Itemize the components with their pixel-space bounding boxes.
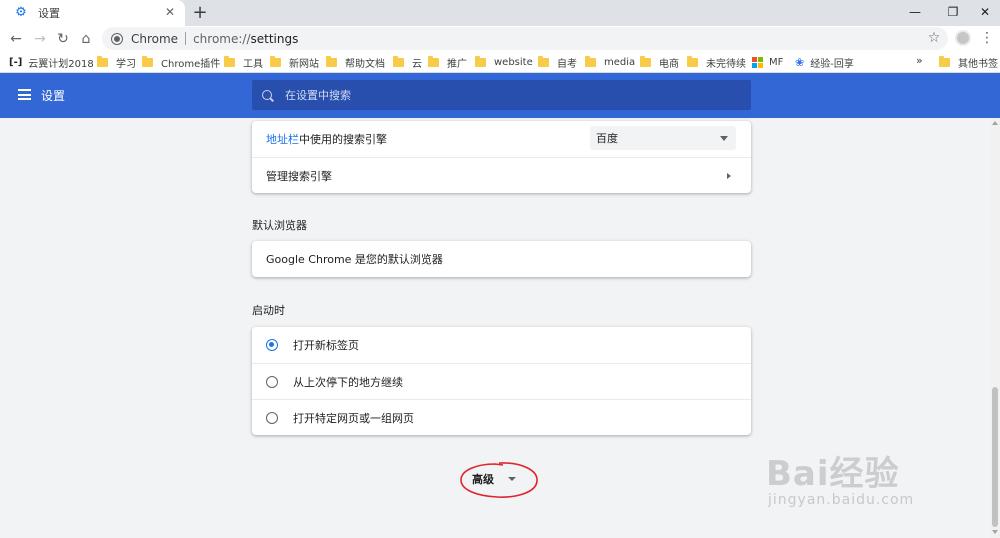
minimize-button[interactable]: —: [896, 0, 934, 24]
forward-button[interactable]: →: [29, 28, 51, 50]
tab-title: 设置: [38, 7, 60, 20]
bookmarks-overflow-button[interactable]: »: [916, 54, 923, 67]
cloud-logo-icon: [-]: [9, 56, 23, 68]
folder-icon: [393, 55, 404, 67]
url-separator: [185, 32, 187, 45]
manage-search-engines-label: 管理搜索引擎: [266, 169, 332, 183]
scroll-up-arrow-icon[interactable]: [992, 121, 998, 125]
default-browser-title: 默认浏览器: [252, 219, 307, 232]
other-bookmarks-folder[interactable]: 其他书签: [939, 54, 998, 70]
settings-content: 地址栏中使用的搜索引擎 百度 管理搜索引擎 默认浏览器 Google Chrom…: [0, 118, 1000, 538]
bookmark-star-icon[interactable]: ☆: [925, 29, 943, 47]
folder-icon: [142, 55, 153, 67]
default-browser-card: Google Chrome 是您的默认浏览器: [252, 241, 751, 277]
hamburger-menu-icon[interactable]: [18, 89, 31, 100]
chrome-site-icon: [112, 33, 122, 44]
tab-close-icon[interactable]: ✕: [163, 5, 177, 19]
search-engine-row: 地址栏中使用的搜索引擎 百度: [252, 121, 751, 157]
search-engine-select[interactable]: 百度: [590, 126, 736, 150]
bookmark-folder[interactable]: 云: [393, 54, 422, 70]
folder-icon: [428, 55, 439, 67]
startup-option-specific-pages[interactable]: 打开特定网页或一组网页: [252, 399, 751, 435]
folder-icon: [585, 55, 596, 67]
default-browser-row: Google Chrome 是您的默认浏览器: [252, 241, 751, 277]
url-text: chrome://settings: [193, 31, 299, 46]
home-button[interactable]: ⌂: [75, 28, 97, 50]
folder-icon: [97, 55, 108, 67]
scroll-down-arrow-icon[interactable]: [992, 530, 998, 534]
startup-option-label: 从上次停下的地方继续: [293, 375, 403, 389]
profile-avatar-icon[interactable]: [955, 30, 971, 46]
gear-icon: ⚙: [15, 5, 27, 20]
startup-option-continue[interactable]: 从上次停下的地方继续: [252, 363, 751, 399]
bookmark-folder[interactable]: 工具: [224, 54, 263, 70]
default-browser-status: Google Chrome 是您的默认浏览器: [266, 253, 443, 266]
manage-search-engines-row[interactable]: 管理搜索引擎: [252, 157, 751, 193]
baidu-paw-icon: ❀: [795, 55, 805, 69]
bookmark-folder[interactable]: 推广: [428, 54, 467, 70]
search-engine-label: 地址栏中使用的搜索引擎: [266, 133, 387, 146]
close-window-button[interactable]: ✕: [966, 0, 1000, 24]
folder-icon: [475, 55, 486, 67]
radio-button[interactable]: [266, 411, 278, 424]
folder-icon: [224, 55, 235, 67]
bookmarks-bar: [-] 云翼计划2018 学习 Chrome插件 工具 新网站 帮助文档 云 推广…: [0, 51, 1000, 73]
bookmark-item[interactable]: MF: [752, 54, 783, 70]
folder-icon: [326, 55, 337, 67]
search-engine-card: 地址栏中使用的搜索引擎 百度 管理搜索引擎: [252, 121, 751, 193]
radio-button-checked[interactable]: [266, 339, 278, 351]
bookmark-folder[interactable]: 帮助文档: [326, 54, 385, 70]
advanced-button[interactable]: 高级: [472, 468, 516, 490]
bookmark-folder[interactable]: 电商: [640, 54, 679, 70]
url-chip: Chrome: [131, 31, 179, 46]
advanced-label: 高级: [472, 473, 494, 486]
address-bar[interactable]: Chrome chrome://settings: [102, 27, 948, 50]
settings-header: 设置: [0, 73, 1000, 118]
dropdown-caret-icon: [720, 136, 728, 141]
search-icon: [262, 90, 272, 100]
chevron-down-icon: [508, 477, 516, 481]
folder-icon: [640, 55, 651, 67]
kebab-menu-icon[interactable]: ⋮: [980, 29, 994, 47]
toolbar: ← → ↻ ⌂ Chrome chrome://settings ☆ ⋮: [0, 26, 1000, 51]
folder-icon: [687, 55, 698, 67]
bookmark-item[interactable]: ❀ 经验-回享: [795, 54, 854, 70]
reload-button[interactable]: ↻: [52, 28, 74, 50]
new-tab-button[interactable]: +: [190, 3, 210, 23]
address-bar-link[interactable]: 地址栏: [266, 133, 299, 146]
back-button[interactable]: ←: [5, 28, 27, 50]
bookmark-folder[interactable]: 学习: [97, 54, 136, 70]
radio-button[interactable]: [266, 375, 278, 388]
settings-search-input[interactable]: [285, 88, 705, 102]
on-startup-card: 打开新标签页 从上次停下的地方继续 打开特定网页或一组网页: [252, 327, 751, 435]
startup-option-new-tab[interactable]: 打开新标签页: [252, 327, 751, 363]
bookmark-folder[interactable]: 自考: [538, 54, 577, 70]
tab-settings[interactable]: ⚙ 设置 ✕: [0, 0, 185, 26]
microsoft-icon: [752, 56, 763, 68]
settings-search-box[interactable]: [252, 80, 751, 110]
chevron-right-icon: [727, 173, 731, 179]
on-startup-title: 启动时: [252, 304, 285, 317]
selected-engine: 百度: [596, 132, 618, 145]
folder-icon: [538, 55, 549, 67]
folder-icon: [270, 55, 281, 67]
scrollbar-thumb[interactable]: [992, 387, 998, 527]
bookmark-folder[interactable]: Chrome插件: [142, 54, 220, 70]
bookmark-folder[interactable]: 新网站: [270, 54, 319, 70]
bookmark-folder[interactable]: website: [475, 54, 533, 70]
folder-icon: [939, 55, 950, 67]
page-title: 设置: [41, 89, 66, 103]
bookmark-folder[interactable]: media: [585, 54, 635, 70]
startup-option-label: 打开新标签页: [293, 339, 359, 352]
bookmark-folder[interactable]: 未完待续: [687, 54, 746, 70]
startup-option-label: 打开特定网页或一组网页: [293, 411, 414, 425]
tab-strip: ⚙ 设置 ✕ + — ❐ ✕: [0, 0, 1000, 26]
bookmark-item[interactable]: [-] 云翼计划2018: [9, 54, 94, 70]
